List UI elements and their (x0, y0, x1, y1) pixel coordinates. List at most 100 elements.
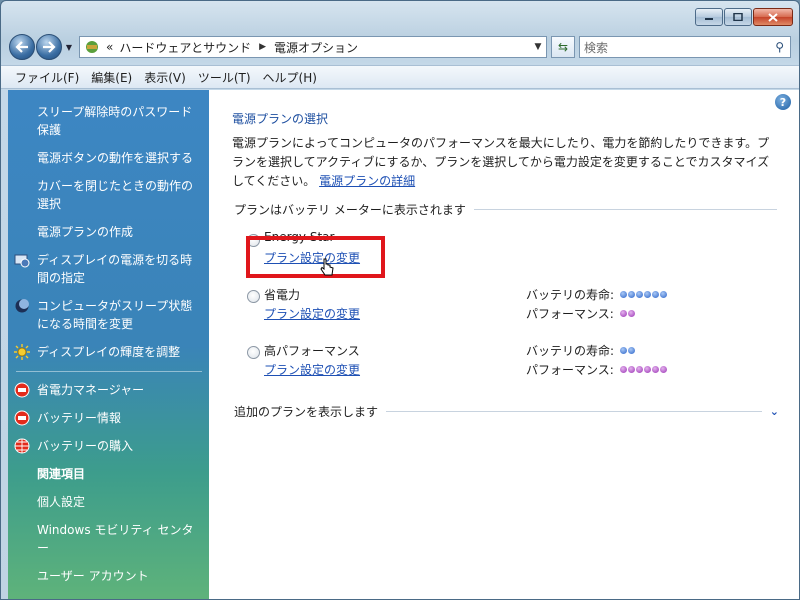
sidebar-divider (16, 371, 202, 372)
breadcrumb-arrow-icon[interactable]: ▶ (259, 42, 266, 52)
battery-dot (652, 291, 659, 298)
sidebar-item-label: 電源ボタンの動作を選択する (37, 151, 194, 165)
minimize-button[interactable] (695, 8, 723, 26)
power-manager-icon (14, 382, 30, 398)
close-icon (768, 12, 778, 22)
sidebar-item-label: ディスプレイの電源を切る時間の指定 (37, 253, 193, 285)
sidebar-item-label: 電源プランの作成 (37, 225, 134, 239)
plan-radio-high-performance[interactable] (247, 346, 260, 359)
battery-dot (620, 291, 627, 298)
battery-dot (636, 291, 643, 298)
page-title: 電源プランの選択 (232, 112, 329, 126)
performance-dot (636, 366, 643, 373)
chevron-down-icon[interactable]: ⌄ (770, 405, 779, 418)
menu-view[interactable]: 表示(V) (138, 69, 192, 86)
close-button[interactable] (753, 8, 793, 26)
performance-dot (660, 366, 667, 373)
more-plans-divider (386, 411, 762, 412)
refresh-icon: ⇆ (557, 40, 569, 54)
performance-label: パフォーマンス: (526, 307, 614, 321)
search-icon[interactable]: ⚲ (775, 40, 784, 54)
sidebar-item-label: コンピュータがスリープ状態になる時間を変更 (37, 299, 193, 331)
maximize-button[interactable] (724, 8, 752, 26)
performance-dot (652, 366, 659, 373)
hand-cursor-icon (320, 258, 334, 276)
menu-help[interactable]: ヘルプ(H) (257, 69, 323, 86)
performance-dot (644, 366, 651, 373)
menu-edit[interactable]: 編集(E) (85, 69, 138, 86)
sidebar-item-label: Windows モビリティ センター (37, 523, 194, 555)
address-prefix: « (106, 40, 114, 54)
battery-life-dots (620, 291, 667, 298)
help-icon[interactable]: ? (775, 94, 791, 110)
show-more-plans[interactable]: 追加のプランを表示します ⌄ (234, 403, 779, 420)
moon-icon (15, 299, 29, 313)
battery-dot (628, 347, 635, 354)
globe-icon (14, 438, 30, 454)
battery-dot (628, 291, 635, 298)
sidebar-item-label: バッテリー情報 (37, 411, 122, 425)
sidebar-item-label: カバーを閉じたときの動作の選択 (37, 179, 194, 211)
plan-name-power-saver: 省電力 (264, 288, 301, 302)
plan-radio-power-saver[interactable] (247, 290, 260, 303)
performance-label: パフォーマンス: (526, 363, 614, 377)
sidebar-item-label: ユーザー アカウント (37, 569, 149, 583)
navigation-bar: ▼ « ハードウェアとサウンド ▶ 電源オプション ▼ ⇆ 検索 ⚲ (9, 34, 791, 60)
plan-group-label: プランはバッテリ メーターに表示されます (234, 203, 466, 217)
refresh-button[interactable]: ⇆ (551, 36, 575, 58)
menu-tools[interactable]: ツール(T) (192, 69, 257, 86)
caption-buttons (695, 8, 793, 26)
battery-dot (620, 347, 627, 354)
menu-bar: ファイル(F) 編集(E) 表示(V) ツール(T) ヘルプ(H) (1, 65, 799, 89)
address-dropdown-icon[interactable]: ▼ (530, 42, 546, 52)
back-arrow-icon (15, 41, 28, 53)
breadcrumb-power-options[interactable]: 電源オプション (274, 39, 358, 56)
menu-file[interactable]: ファイル(F) (9, 69, 85, 86)
plan-group-heading: プランはバッテリ メーターに表示されます (234, 201, 777, 218)
forward-arrow-icon (43, 41, 56, 53)
sidebar-item-label: 個人設定 (37, 495, 86, 509)
plan-settings-link-power-saver[interactable]: プラン設定の変更 (264, 305, 360, 322)
related-heading-label: 関連項目 (37, 467, 86, 481)
battery-life-dots (620, 347, 635, 354)
performance-dot (628, 310, 635, 317)
battery-info-icon (14, 410, 30, 426)
sidebar-item-label: スリープ解除時のパスワード保護 (37, 105, 193, 137)
battery-dot (644, 291, 651, 298)
performance-dot (628, 366, 635, 373)
breadcrumb-hardware-sound[interactable]: ハードウェアとサウンド (119, 39, 251, 56)
highlight-annotation (246, 236, 385, 278)
recent-pages-dropdown[interactable]: ▼ (63, 43, 75, 52)
sidebar-item-label: ディスプレイの輝度を調整 (37, 345, 181, 359)
group-divider (473, 209, 777, 210)
intro-text: 電源プランによってコンピュータのパフォーマンスを最大にしたり、電力を節約したりで… (232, 134, 778, 191)
performance-dot (620, 366, 627, 373)
performance-dots (620, 366, 667, 373)
control-panel-icon (84, 39, 100, 55)
maximize-icon (733, 13, 743, 21)
battery-life-label: バッテリの寿命: (526, 344, 615, 358)
main-content: ? 電源プランの選択 電源プランによってコンピュータのパフォーマンスを最大にした… (209, 90, 799, 599)
minimize-icon (705, 18, 713, 20)
control-panel-window: ▼ « ハードウェアとサウンド ▶ 電源オプション ▼ ⇆ 検索 ⚲ ファイル(… (0, 0, 800, 600)
search-input[interactable]: 検索 (584, 39, 608, 56)
display-clock-icon (14, 254, 30, 268)
sidebar-item-label: 省電力マネージャー (37, 383, 145, 397)
sun-icon (14, 344, 30, 360)
performance-dots (620, 310, 635, 317)
intro-body: 電源プランによってコンピュータのパフォーマンスを最大にしたり、電力を節約したりで… (232, 136, 770, 188)
task-pane: スリープ解除時のパスワード保護 電源ボタンの動作を選択する カバーを閉じたときの… (8, 90, 209, 599)
battery-dot (660, 291, 667, 298)
show-more-plans-label: 追加のプランを表示します (234, 405, 379, 419)
performance-dot (620, 310, 627, 317)
back-button[interactable] (9, 34, 35, 60)
battery-life-label: バッテリの寿命: (526, 288, 615, 302)
power-plan-details-link[interactable]: 電源プランの詳細 (319, 174, 415, 188)
sidebar-item-label: バッテリーの購入 (37, 439, 134, 453)
plan-name-high-performance: 高パフォーマンス (264, 344, 360, 358)
address-bar[interactable]: « ハードウェアとサウンド ▶ 電源オプション ▼ (79, 36, 547, 58)
search-box[interactable]: 検索 ⚲ (579, 36, 791, 58)
plan-settings-link-high-performance[interactable]: プラン設定の変更 (264, 361, 360, 378)
chevron-down-icon: ▼ (65, 42, 73, 52)
forward-button[interactable] (36, 34, 62, 60)
